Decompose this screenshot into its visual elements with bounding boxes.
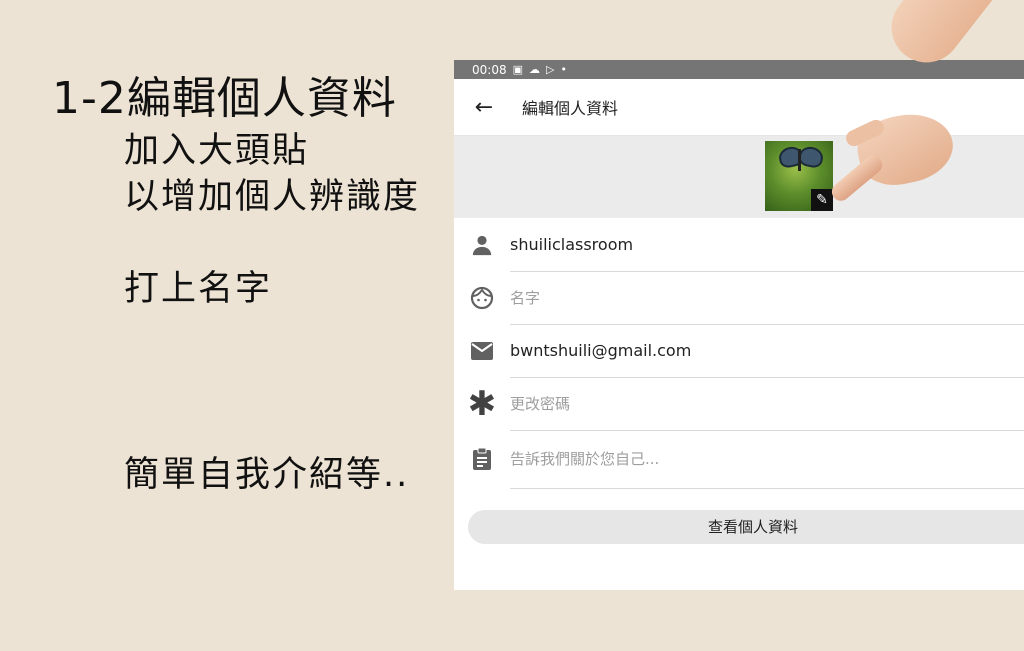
dot-icon: • — [560, 63, 567, 76]
asterisk-icon: ✱ — [467, 383, 497, 424]
email-field[interactable]: bwntshuili@gmail.com — [510, 324, 1024, 378]
butterfly-body-icon — [798, 149, 801, 171]
name-row: 名字 — [454, 271, 1024, 325]
page-title: 編輯個人資料 — [522, 99, 619, 118]
image-icon: ▣ — [512, 63, 523, 76]
slide: 1-2編輯個人資料 加入大頭貼 以增加個人辨識度 打上名字 簡單自我介紹等.. … — [0, 0, 1024, 651]
cloud-icon: ☁ — [529, 63, 540, 76]
username-field[interactable]: shuiliclassroom — [510, 218, 1024, 272]
avatar[interactable]: ✎ — [765, 141, 833, 211]
bio-input[interactable]: 告訴我們關於您自己... — [510, 430, 1024, 489]
edit-pencil-icon[interactable]: ✎ — [811, 189, 833, 211]
name-input[interactable]: 名字 — [510, 271, 1024, 325]
butterfly-wing-icon — [797, 144, 825, 170]
email-row: bwntshuili@gmail.com — [454, 324, 1024, 378]
status-bar: 00:08 ▣ ☁ ▷ • — [454, 60, 1024, 79]
clipboard-icon — [454, 447, 510, 471]
note-identity: 以增加個人辨識度 — [124, 177, 421, 217]
slide-title: 1-2編輯個人資料 — [52, 73, 397, 124]
mail-icon — [454, 341, 510, 361]
change-password-field[interactable]: 更改密碼 — [510, 377, 1024, 431]
password-row: ✱ 更改密碼 — [454, 377, 1024, 431]
status-time: 00:08 — [472, 62, 507, 77]
username-row: shuiliclassroom — [454, 218, 1024, 272]
back-arrow-icon[interactable]: ← — [454, 95, 514, 120]
bio-row: 告訴我們關於您自己... — [454, 430, 1024, 489]
note-bio: 簡單自我介紹等.. — [124, 455, 410, 495]
face-icon — [454, 286, 510, 310]
note-add-avatar: 加入大頭貼 — [124, 131, 310, 171]
play-store-icon: ▷ — [546, 63, 555, 76]
note-name: 打上名字 — [124, 269, 273, 309]
view-profile-button[interactable]: 查看個人資料 — [468, 510, 1024, 544]
person-icon — [454, 234, 510, 256]
